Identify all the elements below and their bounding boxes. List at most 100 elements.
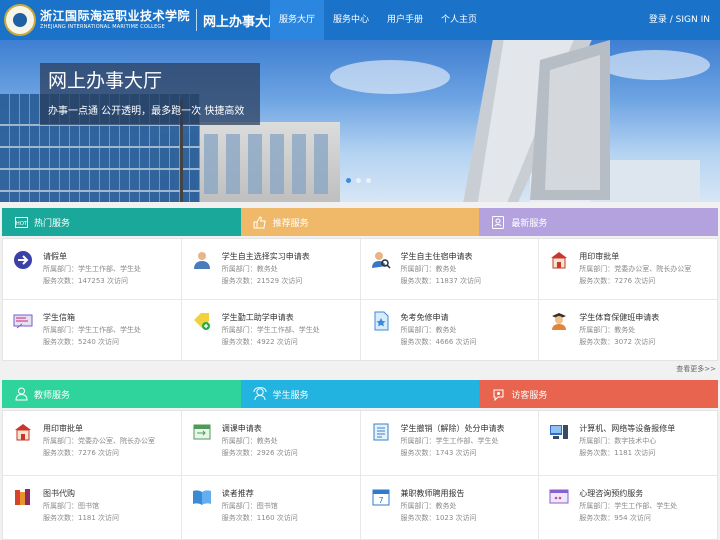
tab-label: 热门服务 [34,218,71,229]
page: 浙江国际海运职业技术学院 ZHEJIANG INTERNATIONAL MARI… [0,0,720,540]
service-title: 心理咨询预约服务 [579,488,644,498]
tab-visitor-services[interactable]: 访客服务 [479,380,719,408]
star-doc-icon [374,311,388,331]
service-card[interactable]: 请假单 所属部门：学生工作部、学生处 服务次数：147253 次访问 [3,239,181,299]
school-logo[interactable]: 浙江国际海运职业技术学院 ZHEJIANG INTERNATIONAL MARI… [4,3,281,37]
service-title: 调课申请表 [221,424,262,433]
service-tabs-1: HOT 热门服务 推荐服务 最新服务 [2,208,719,236]
service-card[interactable]: 读者推荐 所属部门：图书馆 服务次数：1160 次访问 [181,475,360,539]
service-department: 所属部门：党委办公室、院长办公室 [43,437,155,445]
svg-text:7: 7 [378,496,383,505]
service-title: 读者推荐 [221,488,254,498]
service-visit-count: 服务次数：1160 次访问 [221,513,298,522]
document-icon [373,423,388,441]
service-card[interactable]: 用印审批单 所属部门：党委办公室、院长办公室 服务次数：7276 次访问 [539,239,717,299]
service-card[interactable]: 7 兼职教师聘用报告 所属部门：教务处 服务次数：1023 次访问 [360,475,539,539]
service-card[interactable]: 计算机、网络等设备报修单 所属部门：数字技术中心 服务次数：1181 次访问 [539,411,717,475]
nav-service-center[interactable]: 服务中心 [324,0,378,40]
service-card[interactable]: 学生勤工助学申请表 所属部门：学生工作部、学生处 服务次数：4922 次访问 [181,300,360,360]
service-title: 用印审批单 [43,424,83,433]
service-department: 所属部门：学生工作部、学生处 [43,326,141,334]
service-department: 所属部门：教务处 [221,265,278,273]
computer-icon [550,425,569,439]
service-card[interactable]: 学生信箱 所属部门：学生工作部、学生处 服务次数：5240 次访问 [3,300,181,360]
service-title: 学生自主住宿申请表 [400,252,473,261]
school-name: 浙江国际海运职业技术学院 ZHEJIANG INTERNATIONAL MARI… [40,9,190,31]
teacher-services-grid: 用印审批单 所属部门：党委办公室、院长办公室 服务次数：7276 次访问 调课申… [2,410,718,540]
service-department: 所属部门：教务处 [400,326,457,334]
service-visit-count: 服务次数：1181 次访问 [579,449,656,457]
new-badge-icon [491,215,505,229]
banner-caption: 网上办事大厅 办事一点通 公开透明，最多跑一次 快捷高效 [40,63,260,125]
building-icon [15,424,31,441]
teacher-icon [14,387,28,401]
service-title: 计算机、网络等设备报修单 [579,424,676,433]
nav-service-hall[interactable]: 服务大厅 [270,0,325,40]
service-card[interactable]: 学生体育保健班申请表 所属部门：教务处 服务次数：3072 次访问 [539,300,717,360]
service-department: 所属部门：教务处 [400,265,457,273]
nav-personal-home[interactable]: 个人主页 [432,0,486,40]
service-title: 学生自主选择实习申请表 [221,252,310,261]
service-visit-count: 服务次数：5240 次访问 [43,338,120,346]
books-icon [15,488,30,505]
arrow-circle-icon [14,251,32,269]
service-card[interactable]: 免考免修申请 所属部门：教务处 服务次数：4666 次访问 [360,300,539,360]
view-more-link[interactable]: 查看更多>> [676,364,716,374]
svg-text:HOT: HOT [15,221,27,227]
login-link[interactable]: 登录 / SIGN IN [649,0,710,40]
school-seal-icon [4,4,36,36]
service-card[interactable]: 用印审批单 所属部门：党委办公室、院长办公室 服务次数：7276 次访问 [3,411,181,475]
service-visit-count: 服务次数：1023 次访问 [400,513,477,522]
carousel-dot-2[interactable] [356,178,361,183]
tab-label: 最新服务 [511,218,548,229]
person-icon [193,252,210,269]
banner-title: 网上办事大厅 [48,70,163,92]
tab-student-services[interactable]: 学生服务 [240,380,480,408]
sculpture-image [463,40,610,202]
building-icon [551,252,568,269]
banner-carousel[interactable]: 网上办事大厅 办事一点通 公开透明，最多跑一次 快捷高效 [0,40,720,202]
mail-board-icon [13,314,33,329]
tab-label: 访客服务 [511,390,548,401]
hot-services-grid: 请假单 所属部门：学生工作部、学生处 服务次数：147253 次访问 学生自主选… [2,238,718,361]
school-name-cn: 浙江国际海运职业技术学院 [40,9,191,23]
chat-window-icon [549,489,569,503]
service-visit-count: 服务次数：1743 次访问 [400,449,477,457]
service-title: 请假单 [43,252,67,261]
service-card[interactable]: 学生撤销（解除）处分申请表 所属部门：学生工作部、学生处 服务次数：1743 次… [360,411,539,475]
school-name-en: ZHEJIANG INTERNATIONAL MARITIME COLLEGE [40,24,165,30]
service-title: 兼职教师聘用报告 [400,488,465,498]
service-visit-count: 服务次数：21529 次访问 [221,277,303,285]
service-department: 所属部门：图书馆 [221,501,278,510]
service-tabs-2: 教师服务 学生服务 访客服务 [2,380,719,408]
visitor-icon [491,387,505,401]
tab-recommended-services[interactable]: 推荐服务 [240,208,480,236]
service-visit-count: 服务次数：7276 次访问 [43,449,120,457]
service-department: 所属部门：教务处 [579,326,636,334]
service-department: 所属部门：学生工作部、学生处 [400,437,499,445]
thumb-up-icon [253,215,267,229]
service-department: 所属部门：学生工作部、学生处 [579,501,678,510]
service-card[interactable]: 心理咨询预约服务 所属部门：学生工作部、学生处 服务次数：954 次访问 [539,475,717,539]
city-building [600,160,700,202]
service-card[interactable]: 调课申请表 所属部门：教务处 服务次数：2926 次访问 [181,411,360,475]
service-department: 所属部门：数字技术中心 [579,437,657,445]
service-title: 学生信箱 [43,313,75,322]
nav-user-manual[interactable]: 用户手册 [378,0,432,40]
service-title: 学生撤销（解除）处分申请表 [400,424,505,433]
tab-latest-services[interactable]: 最新服务 [479,208,719,236]
service-title: 免考免修申请 [400,313,449,322]
carousel-dot-1[interactable] [346,178,351,183]
service-department: 所属部门：教务处 [221,437,278,445]
service-visit-count: 服务次数：147253 次访问 [43,277,128,285]
tab-teacher-services[interactable]: 教师服务 [2,380,247,408]
service-title: 图书代购 [43,488,75,498]
carousel-dot-3[interactable] [366,178,371,183]
tab-hot-services[interactable]: HOT 热门服务 [2,208,247,236]
service-title: 学生勤工助学申请表 [221,313,294,322]
carousel-dots [346,178,371,183]
service-card[interactable]: 学生自主选择实习申请表 所属部门：教务处 服务次数：21529 次访问 [181,239,360,299]
service-card[interactable]: 学生自主住宿申请表 所属部门：教务处 服务次数：11837 次访问 [360,239,539,299]
service-card[interactable]: 图书代购 所属部门：图书馆 服务次数：1181 次访问 [3,475,181,539]
student-service-icon [253,387,267,401]
